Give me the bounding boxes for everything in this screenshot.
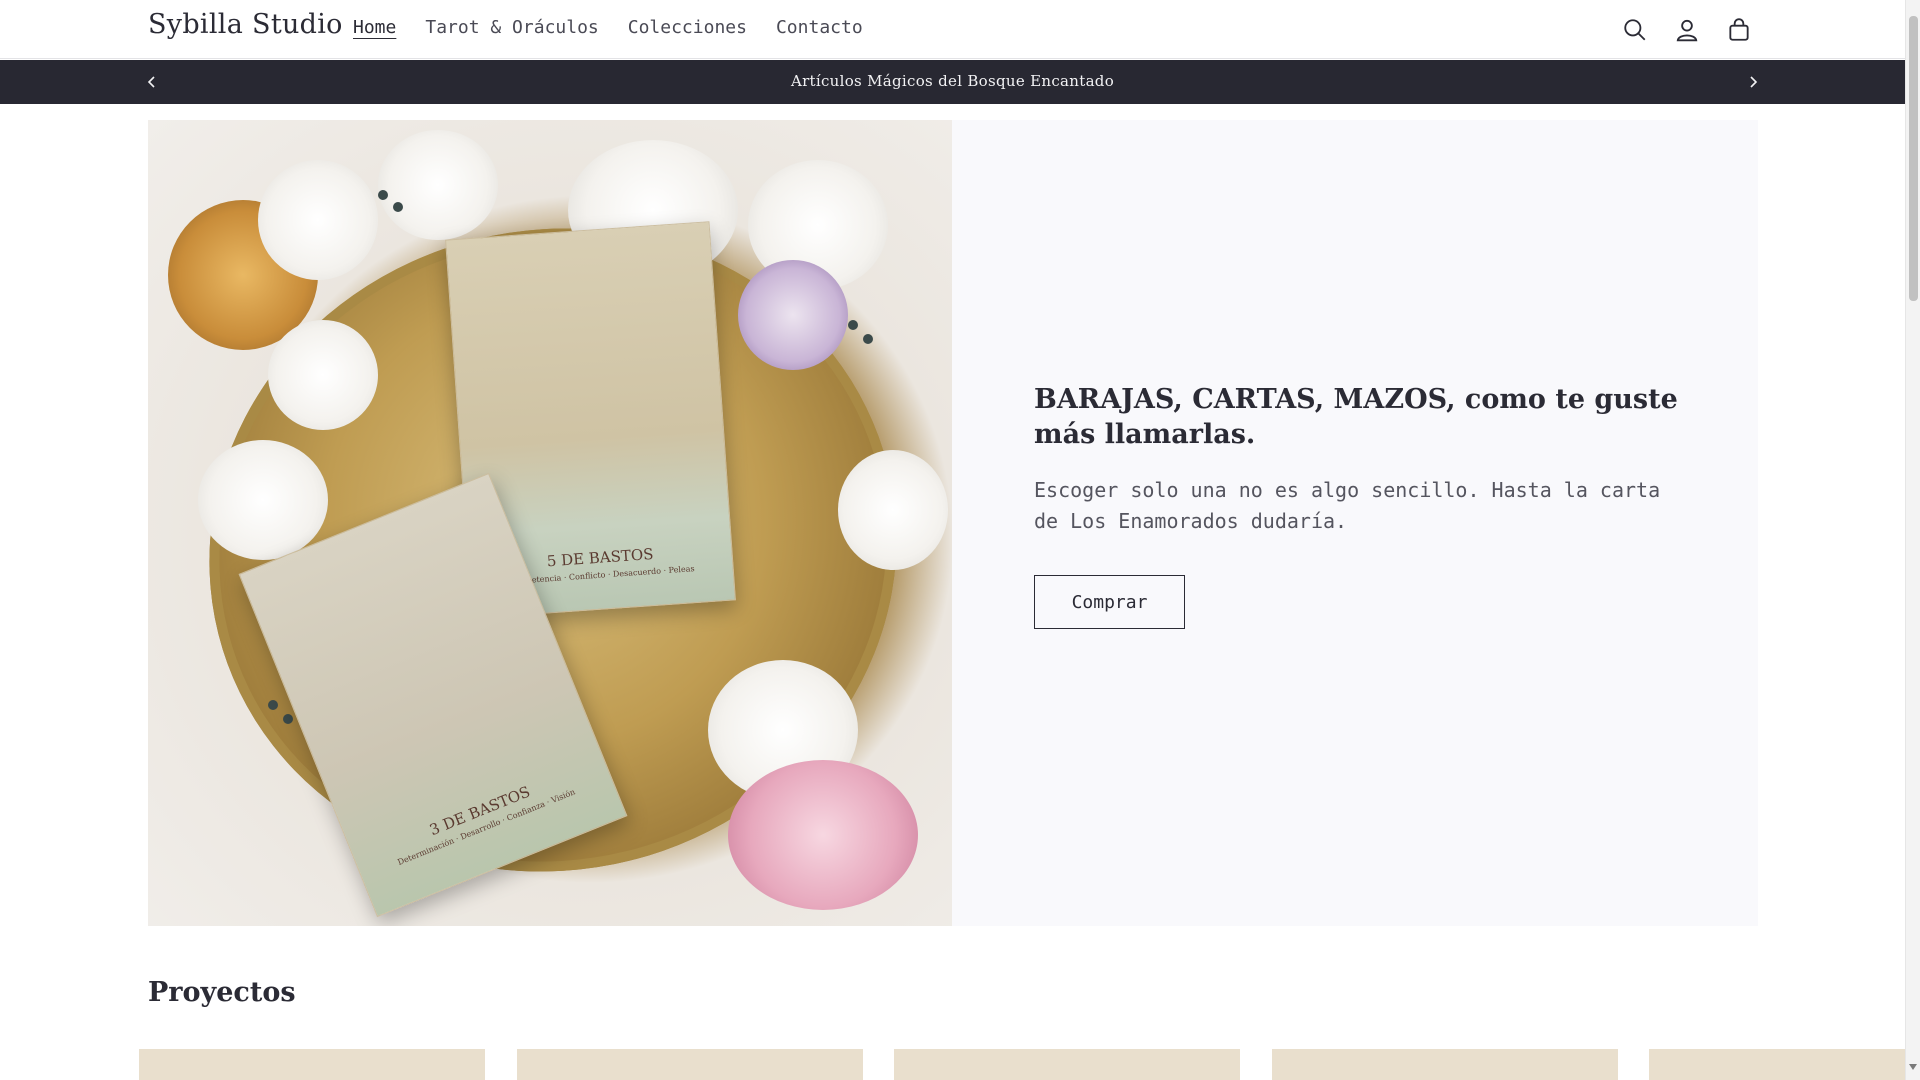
hero-content-panel: BARAJAS, CARTAS, MAZOS, como te guste má… xyxy=(952,120,1758,926)
berry xyxy=(393,202,403,212)
scrollbar-thumb[interactable] xyxy=(1909,16,1918,301)
account-icon xyxy=(1676,19,1698,42)
page-scrollbar[interactable] xyxy=(1905,0,1920,1080)
announcement-next-button[interactable] xyxy=(1743,72,1763,92)
pansy-flower xyxy=(738,260,848,370)
hero-banner: 5 DE BASTOS Competencia · Conflicto · De… xyxy=(148,120,1758,926)
berry xyxy=(863,334,873,344)
search-button[interactable] xyxy=(1618,13,1652,47)
comprar-button[interactable]: Comprar xyxy=(1034,575,1185,629)
white-flower xyxy=(258,160,378,280)
hero-image: 5 DE BASTOS Competencia · Conflicto · De… xyxy=(148,120,952,926)
white-flower xyxy=(198,440,328,560)
project-card[interactable] xyxy=(139,1049,485,1080)
site-header: Sybilla Studio Home Tarot & Oráculos Col… xyxy=(0,0,1905,59)
announcement-bar: Artículos Mágicos del Bosque Encantado xyxy=(0,60,1905,104)
scroll-down-arrow-icon[interactable] xyxy=(1909,1064,1917,1070)
white-flower xyxy=(378,130,498,240)
hero-description: Escoger solo una no es algo sencillo. Ha… xyxy=(1034,478,1661,533)
projects-grid xyxy=(139,1049,1905,1080)
projects-title: Proyectos xyxy=(148,977,296,1008)
nav-item-tarot-oraculos[interactable]: Tarot & Oráculos xyxy=(425,17,598,38)
announcement-text[interactable]: Artículos Mágicos del Bosque Encantado xyxy=(0,72,1905,90)
berry xyxy=(283,714,293,724)
cart-button[interactable] xyxy=(1722,13,1756,47)
account-button[interactable] xyxy=(1670,13,1704,47)
project-card[interactable] xyxy=(517,1049,863,1080)
nav-item-contacto[interactable]: Contacto xyxy=(776,17,863,38)
berry xyxy=(268,700,278,710)
cart-icon xyxy=(1729,18,1749,41)
header-icons xyxy=(1618,13,1756,47)
project-card[interactable] xyxy=(1649,1049,1905,1080)
chevron-right-icon xyxy=(1750,76,1758,88)
white-flower xyxy=(268,320,378,430)
project-card[interactable] xyxy=(1272,1049,1618,1080)
main-nav: Home Tarot & Oráculos Colecciones Contac… xyxy=(353,17,892,38)
store-logo[interactable]: Sybilla Studio xyxy=(148,9,343,40)
berry xyxy=(848,320,858,330)
nav-item-home[interactable]: Home xyxy=(353,17,396,38)
pink-rose xyxy=(728,760,918,910)
nav-item-colecciones[interactable]: Colecciones xyxy=(628,17,747,38)
project-card[interactable] xyxy=(894,1049,1240,1080)
hero-heading: BARAJAS, CARTAS, MAZOS, como te guste má… xyxy=(1034,384,1678,450)
search-icon xyxy=(1624,19,1646,41)
white-flower xyxy=(838,450,948,570)
berry xyxy=(378,190,388,200)
